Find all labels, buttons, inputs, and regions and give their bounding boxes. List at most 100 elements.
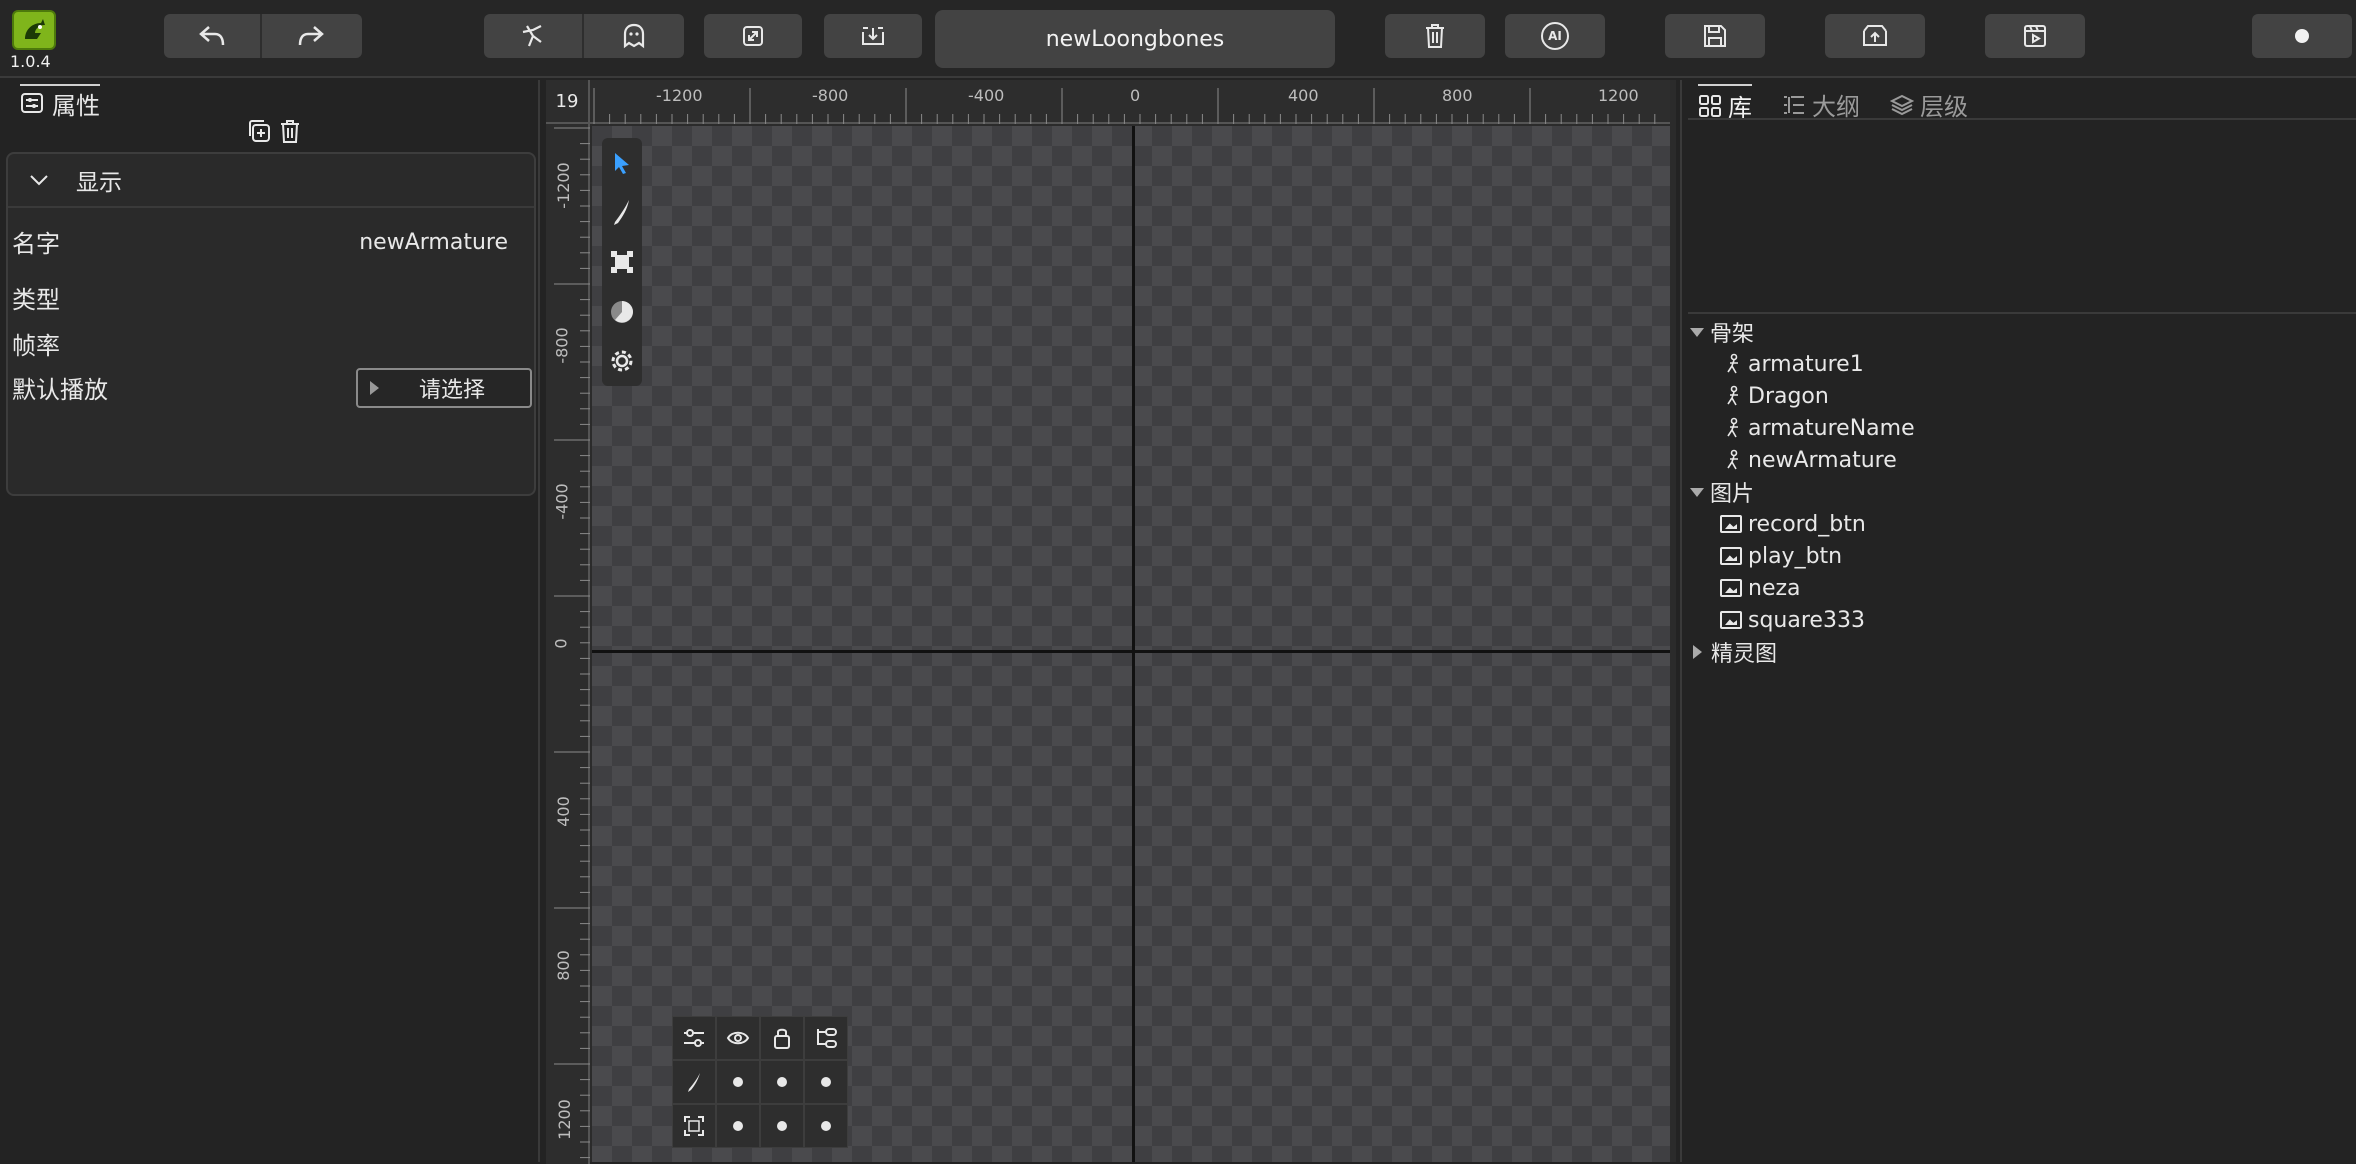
blade-icon [614,200,629,226]
save-button[interactable] [1665,14,1765,58]
settings-tool[interactable] [602,336,642,386]
bounds-hierarchy-dot[interactable] [804,1104,848,1148]
export-button[interactable] [1825,14,1925,58]
default-play-select[interactable]: 请选择 [356,368,532,408]
ai-group: AI [1505,14,1605,58]
ruler-x-label: 1200 [1598,86,1639,105]
dot-icon [777,1077,787,1087]
tree-item-armature[interactable]: armature1 [1690,348,1915,380]
canvas-area: 19 -1200 -800 -400 0 400 800 1200 -1200 … [546,80,1676,1164]
image-icon [1720,611,1742,629]
stage-viewport[interactable] [592,126,1670,1162]
redo-button[interactable] [262,14,360,58]
project-title[interactable]: newLoongbones [935,10,1335,68]
bounds-visible-dot[interactable] [716,1104,760,1148]
mesh-tool[interactable] [602,237,642,287]
trash-icon[interactable] [278,118,302,144]
lock-toggle[interactable] [760,1016,804,1060]
ghost-button[interactable] [584,14,684,58]
gear-icon [611,350,633,372]
redo-icon [298,26,324,46]
tree-item-label: armature1 [1748,351,1864,377]
bounds-lock-dot[interactable] [760,1104,804,1148]
ruler-x-label: 0 [1130,86,1141,105]
cursor-arrow-icon [615,152,629,174]
fit-group [704,14,802,58]
weight-tool[interactable] [602,287,642,337]
bone-tool-button[interactable] [484,14,584,58]
preview-group [1985,14,2085,58]
preview-button[interactable] [1985,14,2085,58]
bone-draw-tool[interactable] [602,188,642,238]
filter-settings-toggle[interactable] [672,1016,716,1060]
armature-icon [1727,353,1738,374]
tree-item-image[interactable]: neza [1690,572,1915,604]
outline-icon [1784,95,1804,114]
export-group [1825,14,1925,58]
tree-item-label: play_btn [1748,543,1843,569]
select-tool[interactable] [602,138,642,188]
app-version: 1.0.4 [10,52,51,71]
tree-item-armature[interactable]: Dragon [1690,380,1915,412]
tree-item-label: armatureName [1748,415,1915,441]
name-value[interactable]: newArmature [359,230,508,255]
tab-properties[interactable]: 属性 [20,84,100,120]
delete-group [1385,14,1485,58]
preview-icon [2024,25,2046,47]
bounds-icon [684,1116,704,1136]
caret-right-icon [370,381,379,395]
fit-view-button[interactable] [704,14,802,58]
ruler-y-label: 1200 [554,1099,574,1140]
lock-icon [774,1028,790,1049]
library-panel: 库 大纲 层级 骨架 armature1 Dragon armatureName [1680,80,2356,1162]
bounds-visibility-row[interactable] [672,1104,716,1148]
tool-palette [602,138,642,386]
dot-icon [821,1121,831,1131]
display-section: 显示 名字 newArmature 类型 帧率 默认播放 请选择 [6,152,536,496]
tree-group-images[interactable]: 图片 [1690,476,1915,508]
display-section-header[interactable]: 显示 [8,154,534,208]
ai-button[interactable]: AI [1505,14,1605,58]
ai-icon: AI [1541,22,1569,50]
image-icon [1720,547,1742,565]
bone-visible-dot[interactable] [716,1060,760,1104]
ruler-x-label: -400 [968,86,1005,105]
hierarchy-toggle[interactable] [804,1016,848,1060]
tree-item-armature[interactable]: newArmature [1690,444,1915,476]
tree-item-image[interactable]: record_btn [1690,508,1915,540]
grid-icon [1699,94,1721,117]
bone-hierarchy-dot[interactable] [804,1060,848,1104]
tree-item-armature[interactable]: armatureName [1690,412,1915,444]
framerate-label: 帧率 [12,332,60,360]
tree-group-label: 骨架 [1710,322,1755,347]
name-label: 名字 [12,230,60,258]
bone-lock-dot[interactable] [760,1060,804,1104]
record-button[interactable] [2252,14,2352,58]
add-copy-icon[interactable] [246,118,272,144]
tree-item-image[interactable]: square333 [1690,604,1915,636]
record-group [2252,14,2352,58]
tree-group-armatures[interactable]: 骨架 [1690,316,1915,348]
zoom-readout: 19 [546,80,590,124]
tree-item-image[interactable]: play_btn [1690,540,1915,572]
import-button[interactable] [824,14,922,58]
visibility-toggle[interactable] [716,1016,760,1060]
tree-group-sprites[interactable]: 精灵图 [1690,636,1915,668]
tab-layers-label: 层级 [1920,93,1968,121]
x-axis-line [592,650,1670,653]
hierarchy-icon [817,1028,837,1048]
bone-tool-icon [522,25,542,47]
panel-actions [246,118,302,144]
properties-icon [21,93,43,113]
undo-icon [199,26,225,46]
trash-icon [1426,24,1444,48]
bone-visibility-row[interactable] [672,1060,716,1104]
expand-icon [743,26,763,46]
y-axis-line [1132,126,1135,1162]
sliders-icon [684,1029,704,1047]
delete-button[interactable] [1385,14,1485,58]
save-icon [1704,25,1726,47]
dot-icon [821,1077,831,1087]
undo-button[interactable] [164,14,262,58]
app-logo [12,10,56,50]
